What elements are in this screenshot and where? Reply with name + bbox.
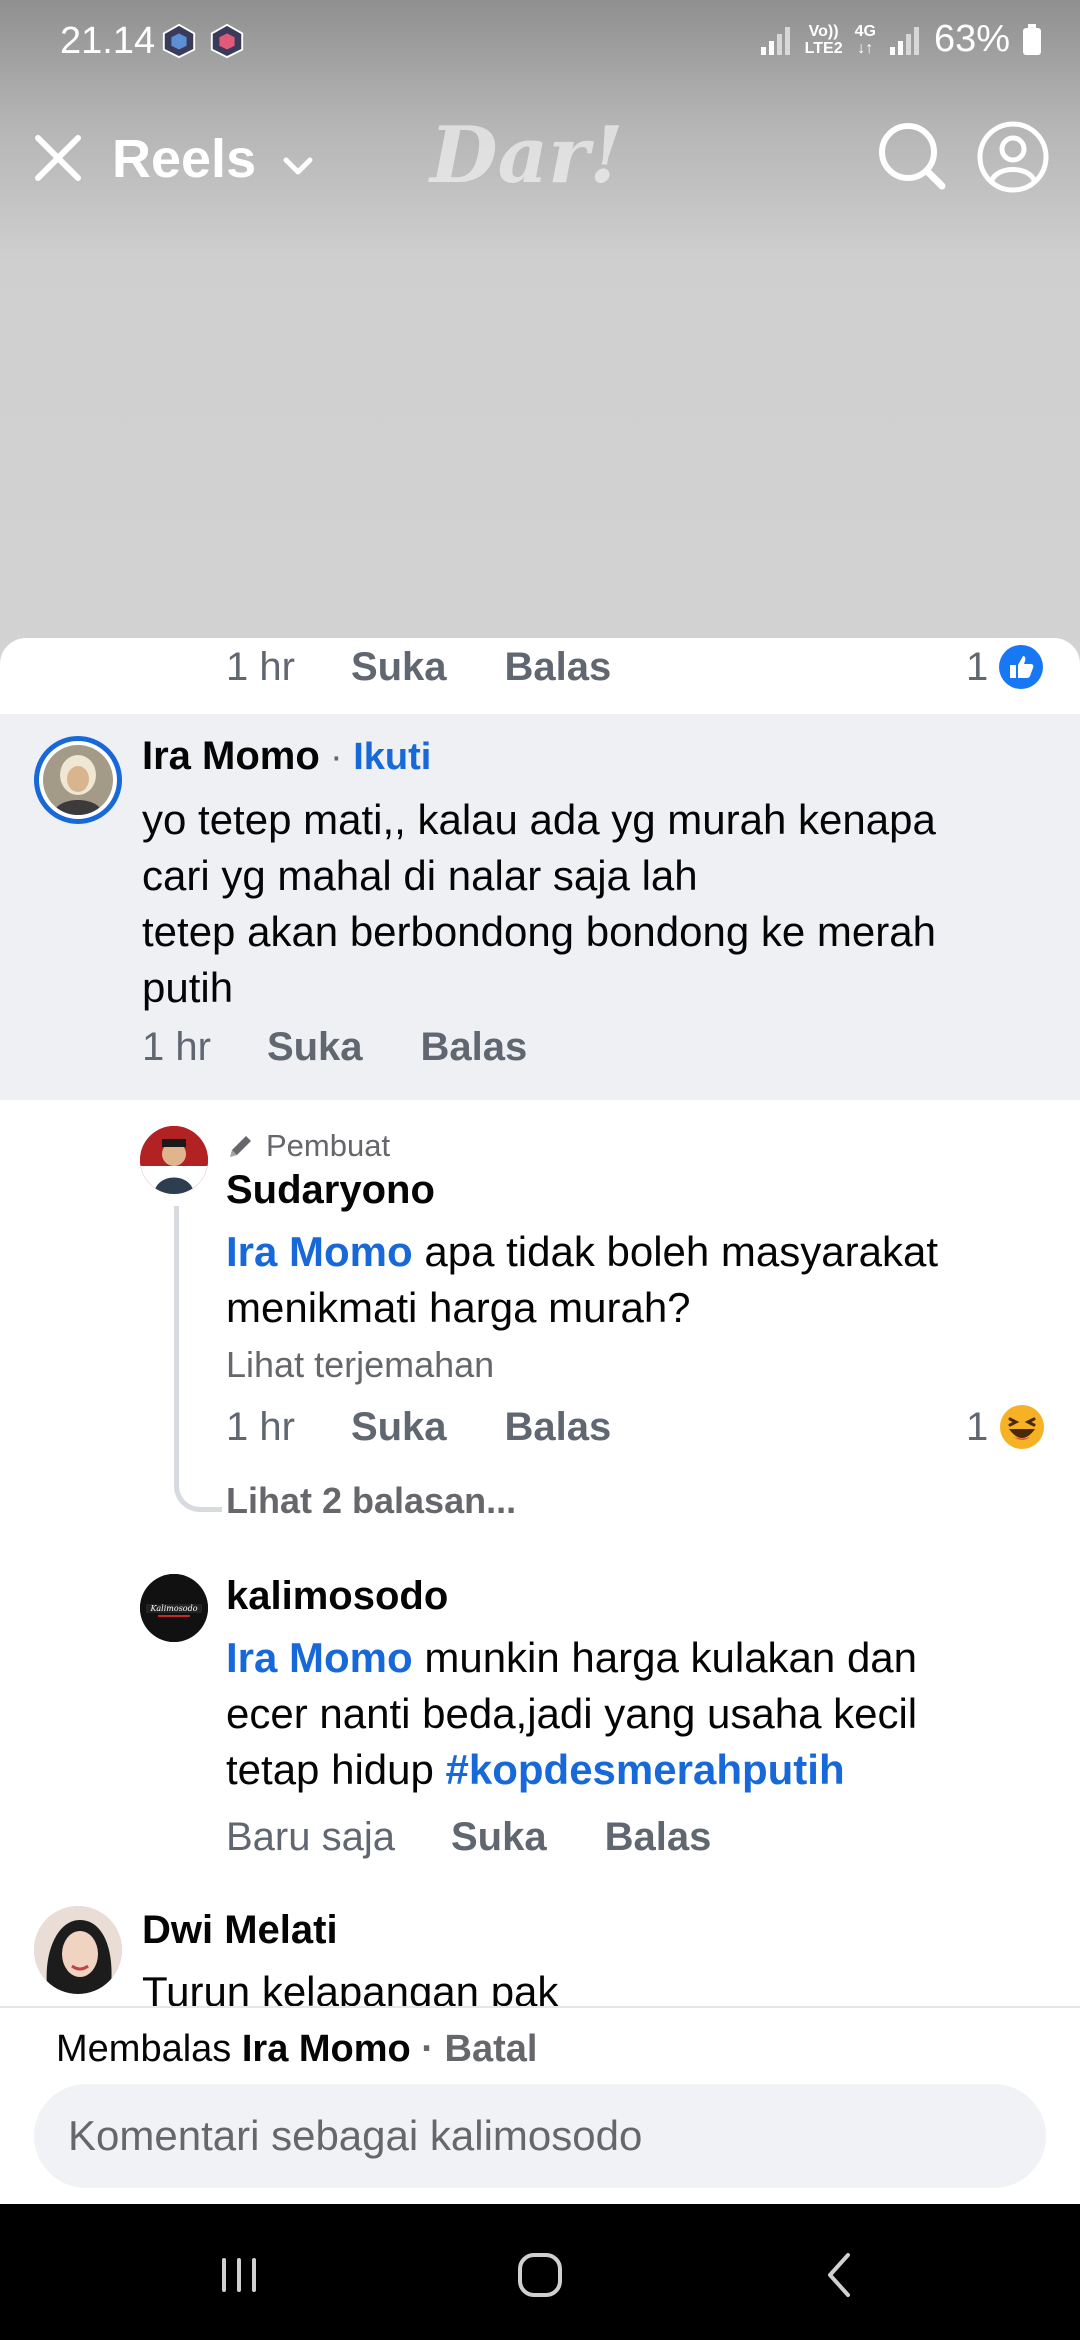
avatar-image: Kalimosodo bbox=[140, 1574, 208, 1642]
comment-author[interactable]: Dwi Melati bbox=[142, 1908, 338, 1953]
status-time: 21.14 bbox=[60, 20, 156, 62]
battery-icon bbox=[1023, 23, 1041, 55]
screen: 21.14 Vo)) LTE2 4G ↓↑ 63% Reels Dar! 1 h… bbox=[0, 0, 1080, 2340]
home-icon[interactable] bbox=[505, 2240, 575, 2310]
comment-author[interactable]: Ira Momo bbox=[142, 734, 320, 779]
avatar-image bbox=[34, 1906, 122, 1994]
status-bar: 21.14 Vo)) LTE2 4G ↓↑ 63% bbox=[0, 0, 1080, 86]
volte-sim-label: LTE2 bbox=[804, 39, 843, 57]
comment-line-text: tetap hidup bbox=[226, 1746, 446, 1793]
comments-sheet: 1 hr Suka Balas 1 Ira Momo · Ikuti yo te… bbox=[0, 638, 1080, 2204]
reels-header: Reels Dar! bbox=[0, 110, 1080, 201]
comment-line: Ira Momo munkin harga kulakan dan bbox=[226, 1630, 917, 1686]
comment-time: Baru saja bbox=[226, 1814, 395, 1859]
comment-line: menikmati harga murah? bbox=[226, 1284, 691, 1331]
separator-dot: · bbox=[330, 736, 343, 778]
app-cube-icon bbox=[210, 23, 244, 59]
comment-line: tetap hidup #kopdesmerahputih bbox=[226, 1742, 917, 1798]
back-icon[interactable] bbox=[806, 2240, 876, 2310]
like-button[interactable]: Suka bbox=[351, 645, 447, 690]
comment-meta-row: 1 hr Suka Balas bbox=[226, 638, 611, 696]
comment-line: Ira Momo apa tidak boleh masyarakat bbox=[226, 1224, 938, 1280]
avatar[interactable]: Kalimosodo bbox=[140, 1574, 208, 1642]
reply-composer: Membalas Ira Momo · Batal bbox=[0, 2006, 1080, 2204]
replying-prefix: Membalas bbox=[56, 2028, 242, 2070]
close-icon[interactable] bbox=[30, 130, 86, 186]
volte-indicator: Vo)) LTE2 bbox=[805, 23, 843, 57]
mention-link[interactable]: Ira Momo bbox=[226, 1228, 413, 1275]
reply-button[interactable]: Balas bbox=[505, 645, 612, 690]
app-cube-icon bbox=[162, 23, 196, 59]
signal-icon bbox=[760, 26, 790, 55]
comment-text: yo tetep mati,, kalau ada yg murah kenap… bbox=[142, 792, 936, 1016]
reply-button[interactable]: Balas bbox=[505, 1405, 612, 1450]
comment-line-text: munkin harga kulakan dan bbox=[412, 1634, 918, 1681]
pencil-icon bbox=[230, 1136, 251, 1157]
highlighted-comment[interactable]: Ira Momo · Ikuti yo tetep mati,, kalau a… bbox=[0, 714, 1080, 1100]
comment-meta-row: 1 hr Suka Balas bbox=[142, 1018, 527, 1076]
cancel-reply-button[interactable]: Batal bbox=[445, 2028, 538, 2070]
view-more-replies-link[interactable]: Lihat 2 balasan... bbox=[226, 1480, 516, 1522]
profile-icon[interactable] bbox=[976, 120, 1050, 194]
comment-line: cari yg mahal di nalar saja lah bbox=[142, 852, 698, 899]
data-arrows-icon: ↓↑ bbox=[857, 39, 874, 57]
chevron-down-icon[interactable] bbox=[278, 146, 318, 186]
avatar-wordmark: Kalimosodo bbox=[149, 1604, 197, 1613]
comment-input[interactable] bbox=[34, 2084, 1046, 2188]
status-indicators: Vo)) LTE2 4G ↓↑ 63% bbox=[759, 18, 1042, 61]
reaction-count: 1 bbox=[966, 1404, 989, 1449]
volte-label: Vo)) bbox=[808, 22, 839, 40]
thread-connector-line bbox=[174, 1206, 222, 1512]
avatar-image bbox=[43, 745, 113, 815]
see-translation-link[interactable]: Lihat terjemahan bbox=[226, 1344, 494, 1386]
battery-percent: 63% bbox=[933, 18, 1010, 60]
like-button[interactable]: Suka bbox=[351, 1405, 447, 1450]
follow-group: · Ikuti bbox=[330, 736, 431, 779]
search-icon[interactable] bbox=[876, 120, 948, 192]
comment-text: Ira Momo munkin harga kulakan dan ecer n… bbox=[226, 1630, 917, 1798]
comment-line: putih bbox=[142, 964, 234, 1011]
reply-button[interactable]: Balas bbox=[605, 1815, 712, 1860]
hashtag-link[interactable]: #kopdesmerahputih bbox=[446, 1746, 845, 1793]
reaction-count: 1 bbox=[966, 644, 989, 689]
follow-button[interactable]: Ikuti bbox=[353, 736, 431, 778]
signal-icon bbox=[889, 26, 919, 55]
comment-line: ecer nanti beda,jadi yang usaha kecil bbox=[226, 1690, 918, 1737]
comment-meta-row: Baru saja Suka Balas bbox=[226, 1808, 711, 1866]
avatar-image bbox=[140, 1126, 208, 1194]
haha-reaction-icon bbox=[1000, 1405, 1045, 1449]
network-indicator: 4G ↓↑ bbox=[855, 23, 876, 57]
separator-dot: · bbox=[410, 2028, 445, 2070]
comment-time: 1 hr bbox=[142, 1024, 211, 1069]
comment-author[interactable]: kalimosodo bbox=[226, 1574, 448, 1619]
comment-meta-row: 1 hr Suka Balas bbox=[226, 1398, 611, 1456]
like-button[interactable]: Suka bbox=[267, 1025, 363, 1070]
reaction-summary[interactable]: 1 bbox=[966, 1398, 1046, 1456]
reply-button[interactable]: Balas bbox=[421, 1025, 528, 1070]
reel-video-backdrop[interactable] bbox=[0, 0, 1080, 680]
reaction-summary[interactable]: 1 bbox=[966, 638, 1044, 696]
creator-badge: Pembuat bbox=[226, 1128, 390, 1164]
comment-line: yo tetep mati,, kalau ada yg murah kenap… bbox=[142, 796, 936, 843]
replying-to-line: Membalas Ira Momo · Batal bbox=[56, 2028, 537, 2071]
comment-time: 1 hr bbox=[226, 644, 295, 689]
network-type-label: 4G bbox=[854, 22, 876, 40]
comment-time: 1 hr bbox=[226, 1404, 295, 1449]
comment-author[interactable]: Sudaryono bbox=[226, 1168, 435, 1213]
system-navigation-bar bbox=[0, 2204, 1080, 2340]
comment-line: tetep akan berbondong bondong ke merah bbox=[142, 908, 936, 955]
comment-text: Ira Momo apa tidak boleh masyarakat meni… bbox=[226, 1224, 938, 1336]
creator-badge-label: Pembuat bbox=[266, 1128, 391, 1163]
avatar[interactable] bbox=[34, 1906, 122, 1994]
avatar[interactable] bbox=[140, 1126, 208, 1194]
like-button[interactable]: Suka bbox=[451, 1815, 547, 1860]
watermark-logo: Dar! bbox=[430, 110, 624, 201]
recent-apps-icon[interactable] bbox=[204, 2240, 274, 2310]
replying-to-name: Ira Momo bbox=[241, 2028, 411, 2070]
comment-line-text: apa tidak boleh masyarakat bbox=[412, 1228, 938, 1275]
mention-link[interactable]: Ira Momo bbox=[226, 1634, 413, 1681]
like-reaction-icon bbox=[999, 645, 1044, 689]
reels-title[interactable]: Reels bbox=[112, 128, 256, 190]
avatar[interactable] bbox=[34, 736, 122, 824]
